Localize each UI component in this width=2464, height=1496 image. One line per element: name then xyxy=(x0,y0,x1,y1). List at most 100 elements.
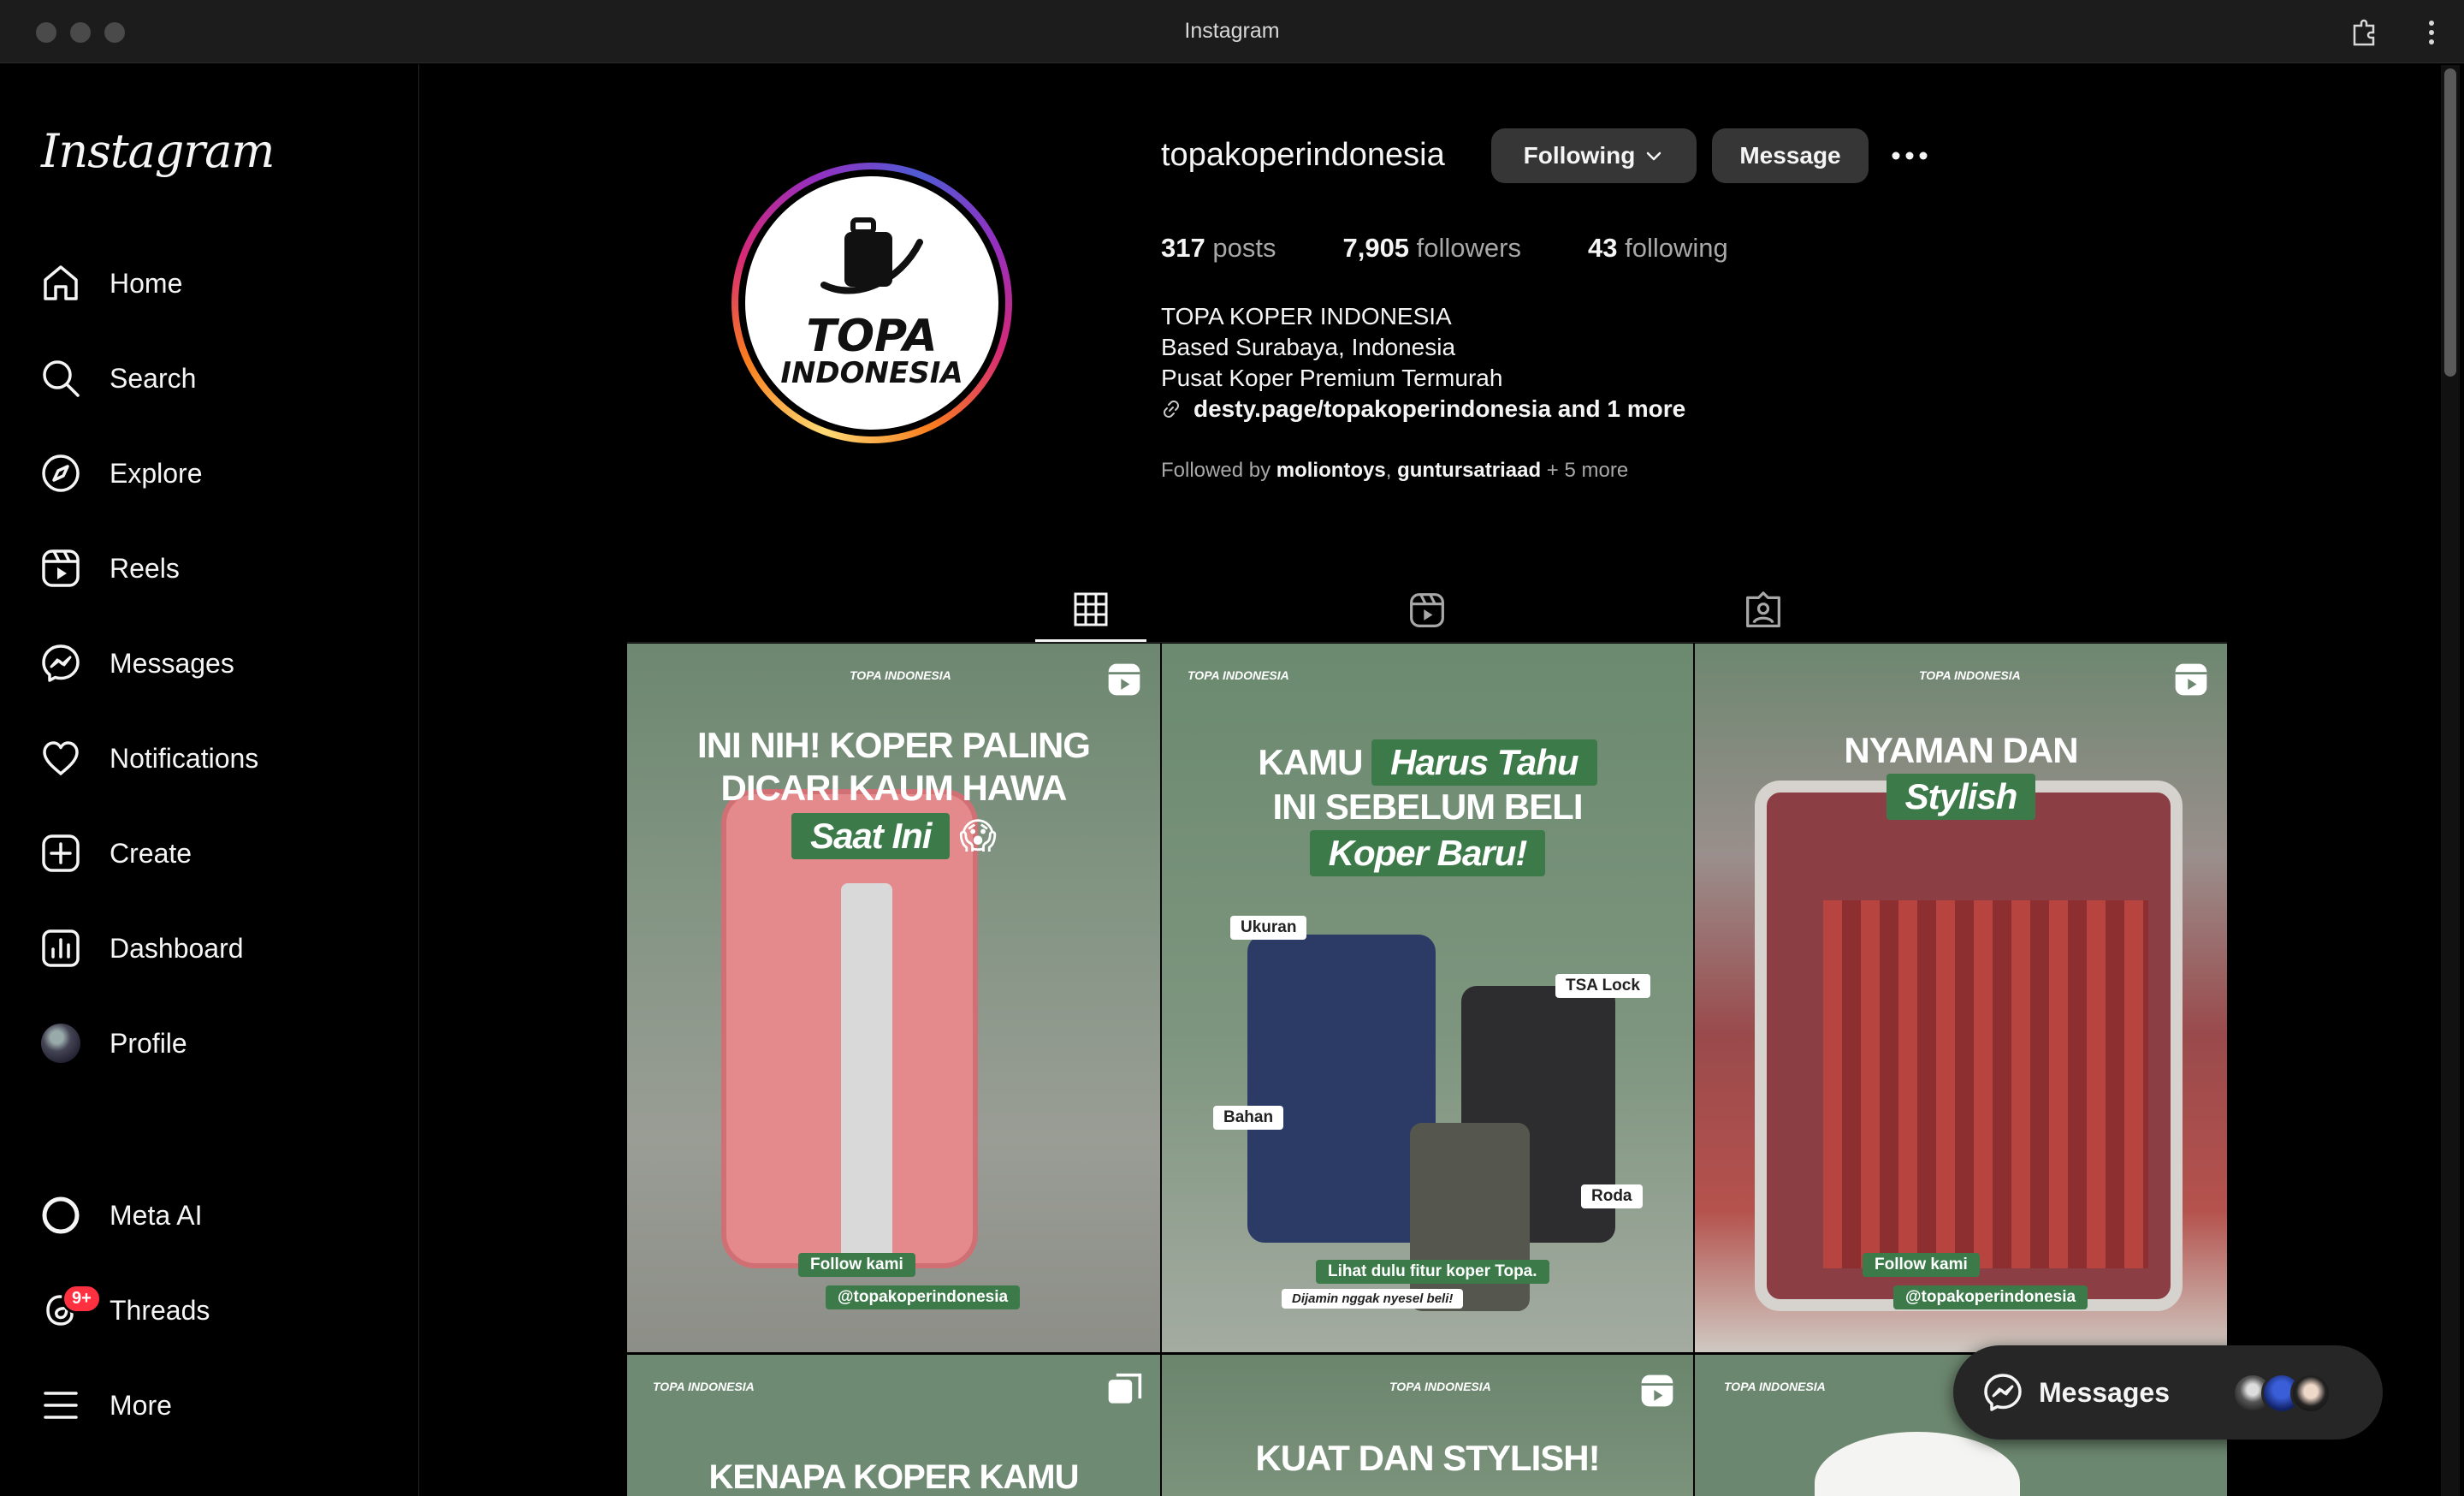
instagram-logo[interactable]: Instagram xyxy=(41,124,275,178)
sidebar-item-notifications[interactable]: Notifications xyxy=(39,733,382,784)
following-button[interactable]: Following xyxy=(1491,128,1697,183)
sidebar-item-explore[interactable]: Explore xyxy=(39,448,382,499)
link-icon xyxy=(1164,401,1179,418)
feature-label: Bahan xyxy=(1213,1106,1284,1130)
page-scrollbar[interactable] xyxy=(2441,65,2460,1496)
packing-cube-image xyxy=(1823,900,2148,1268)
meta-ai-icon xyxy=(39,1194,82,1237)
bio-link[interactable]: desty.page/topakoperindonesia and 1 more xyxy=(1161,394,1685,424)
search-icon xyxy=(39,357,82,400)
reel-indicator-icon xyxy=(2175,663,2207,696)
reel-indicator-icon xyxy=(1108,663,1140,696)
following-stat[interactable]: 43 following xyxy=(1588,233,1728,264)
sidebar-item-label: Profile xyxy=(110,1027,187,1059)
tab-reels[interactable] xyxy=(1371,579,1483,642)
sidebar-item-threads[interactable]: 9+ Threads xyxy=(39,1284,382,1336)
sidebar-item-label: Notifications xyxy=(110,742,259,774)
post-headline: KUAT DAN STYLISH! xyxy=(1255,1438,1600,1478)
scrollbar-thumb[interactable] xyxy=(2444,68,2456,377)
post-highlight: Saat Ini xyxy=(791,813,951,859)
tab-posts[interactable] xyxy=(1035,579,1146,642)
post-brand: TOPA INDONESIA xyxy=(1188,668,1289,682)
post-headline: NYAMAN DAN xyxy=(1844,730,2078,770)
suitcase-frame xyxy=(841,883,892,1260)
reels-icon xyxy=(1410,593,1444,627)
post-headline: DICARI KAUM HAWA xyxy=(720,768,1068,808)
posts-stat: 317 posts xyxy=(1161,233,1276,263)
extensions-icon[interactable] xyxy=(2348,15,2382,50)
post-headline: KAMU xyxy=(1258,742,1363,782)
bio-name: TOPA KOPER INDONESIA xyxy=(1161,303,1452,329)
post-tile[interactable]: TOPA INDONESIA NYAMAN DAN Stylish Follow… xyxy=(1695,644,2227,1352)
sidebar-item-label: Reels xyxy=(110,552,180,584)
tab-tagged[interactable] xyxy=(1708,579,1819,642)
post-headline: KENAPA KOPER KAMU xyxy=(708,1458,1080,1496)
feature-label: Ukuran xyxy=(1230,916,1307,940)
messenger-icon xyxy=(1984,1374,2022,1411)
followed-by[interactable]: Followed by moliontoys, guntursatriaad +… xyxy=(1161,459,1628,483)
profile-username: topakoperindonesia xyxy=(1161,137,1445,173)
post-tile[interactable]: TOPA INDONESIA KUAT DAN STYLISH! xyxy=(1162,1355,1693,1496)
profile-avatar-large[interactable]: TOPA INDONESIA xyxy=(732,163,1012,443)
sidebar: Instagram Home Search Explore Reels Mess… xyxy=(0,64,419,1496)
sidebar-item-dashboard[interactable]: Dashboard xyxy=(39,923,382,974)
profile-avatar xyxy=(39,1022,82,1065)
sidebar-item-label: Explore xyxy=(110,457,203,489)
sidebar-item-create[interactable]: Create xyxy=(39,828,382,879)
grid-icon xyxy=(1074,592,1108,626)
sidebar-item-reels[interactable]: Reels xyxy=(39,543,382,594)
sidebar-item-messages[interactable]: Messages xyxy=(39,638,382,689)
sidebar-item-label: More xyxy=(110,1389,172,1421)
sidebar-item-home[interactable]: Home xyxy=(39,258,382,309)
sidebar-item-profile[interactable]: Profile xyxy=(39,1018,382,1069)
threads-icon: 9+ xyxy=(39,1284,102,1332)
post-tag: @topakoperindonesia xyxy=(1893,1285,2088,1309)
followers-stat[interactable]: 7,905 followers xyxy=(1342,233,1521,264)
post-tile[interactable]: TOPA INDONESIA KAMU Harus Tahu INI SEBEL… xyxy=(1162,644,1693,1352)
post-headline: INI NIH! KOPER PALING xyxy=(697,725,1091,765)
sidebar-item-label: Create xyxy=(110,837,192,869)
sidebar-item-label: Home xyxy=(110,267,183,299)
tagged-icon xyxy=(1746,591,1780,627)
sidebar-item-more[interactable]: More xyxy=(39,1380,382,1431)
sidebar-item-meta-ai[interactable]: Meta AI xyxy=(39,1190,382,1241)
post-caption: Lihat dulu fitur koper Topa. xyxy=(1316,1260,1549,1284)
bio-line: Pusat Koper Premium Termurah xyxy=(1161,365,1503,391)
tabs-divider xyxy=(627,642,2227,643)
post-brand: TOPA INDONESIA xyxy=(1919,668,2021,682)
suitcase-image xyxy=(1247,935,1436,1243)
profile-bio: TOPA KOPER INDONESIA Based Surabaya, Ind… xyxy=(1161,301,1685,424)
reels-icon xyxy=(39,547,82,590)
post-highlight: Stylish xyxy=(1886,774,2036,820)
messages-drawer-button[interactable]: Messages xyxy=(1953,1345,2383,1440)
message-button[interactable]: Message xyxy=(1712,128,1869,183)
following-button-label: Following xyxy=(1523,142,1636,169)
messages-drawer-label: Messages xyxy=(2039,1376,2170,1408)
explore-icon xyxy=(39,452,82,495)
post-brand: TOPA INDONESIA xyxy=(1724,1380,1826,1393)
plus-icon xyxy=(39,832,82,875)
post-brand: TOPA INDONESIA xyxy=(1389,1380,1491,1393)
post-tile[interactable]: TOPA INDONESIA INI NIH! KOPER PALING DIC… xyxy=(627,644,1160,1352)
sidebar-item-label: Meta AI xyxy=(110,1199,203,1231)
avatar-brand-text: TOPA xyxy=(806,311,938,363)
post-highlight: Koper Baru! xyxy=(1309,830,1546,876)
sidebar-item-label: Search xyxy=(110,362,197,394)
post-tile[interactable]: TOPA INDONESIA KENAPA KOPER KAMU xyxy=(627,1355,1160,1496)
window-title: Instagram xyxy=(1184,19,1280,43)
feature-label: TSA Lock xyxy=(1555,974,1650,998)
feature-label: Roda xyxy=(1581,1184,1643,1208)
avatar-brand-subtext: INDONESIA xyxy=(780,356,963,391)
sidebar-item-label: Messages xyxy=(110,647,234,679)
chevron-down-icon xyxy=(1647,151,1661,161)
post-subcaption: Dijamin nggak nyesel beli! xyxy=(1282,1289,1464,1309)
window-titlebar: Instagram xyxy=(0,0,2464,63)
more-options-icon[interactable] xyxy=(2414,15,2449,50)
post-tag: Follow kami xyxy=(798,1253,915,1277)
sidebar-item-search[interactable]: Search xyxy=(39,353,382,404)
reel-indicator-icon xyxy=(1641,1374,1673,1407)
notification-badge: 9+ xyxy=(62,1284,102,1314)
post-emoji: 😱 xyxy=(959,816,997,856)
options-icon[interactable] xyxy=(1889,140,1930,171)
bio-line: Based Surabaya, Indonesia xyxy=(1161,334,1456,360)
